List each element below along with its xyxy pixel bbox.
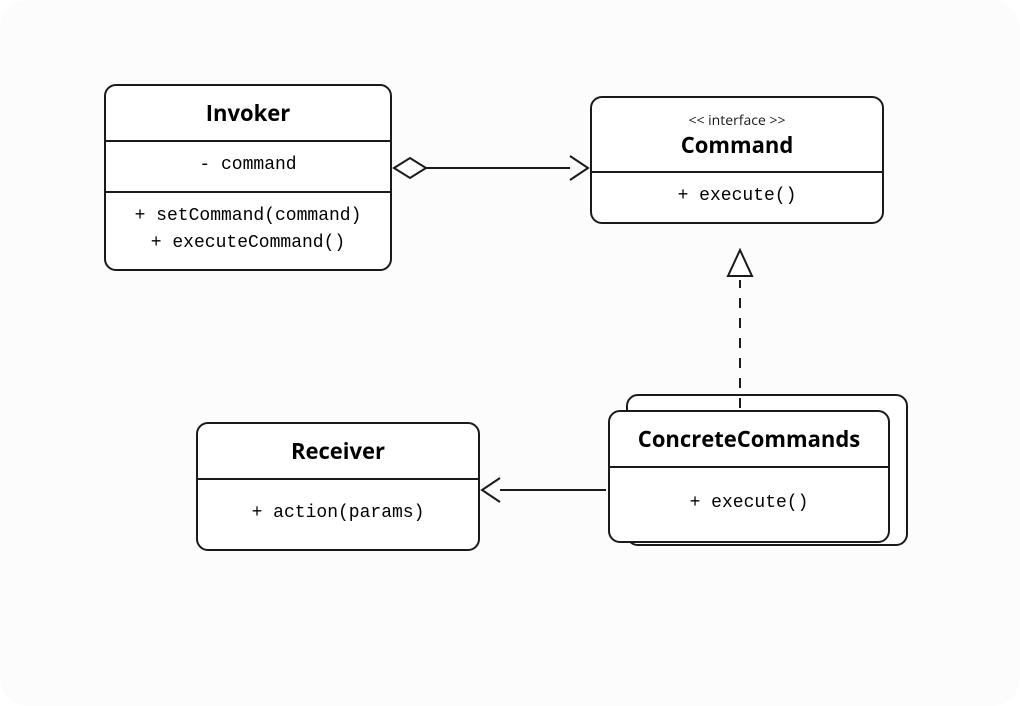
class-receiver-title: Receiver bbox=[291, 436, 385, 466]
class-receiver: Receiver + action(params) bbox=[196, 422, 480, 551]
invoker-op-executecommand: + executeCommand() bbox=[118, 230, 378, 257]
interface-command: << interface >> Command + execute() bbox=[590, 96, 884, 224]
receiver-op-action: + action(params) bbox=[210, 500, 466, 527]
edge-invoker-aggregates-command bbox=[394, 156, 588, 180]
interface-command-title: Command bbox=[681, 130, 794, 160]
class-invoker: Invoker - command + setCommand(command) … bbox=[104, 84, 392, 271]
invoker-op-setcommand: + setCommand(command) bbox=[118, 203, 378, 230]
class-invoker-title: Invoker bbox=[206, 98, 291, 128]
class-concretecommands: ConcreteCommands + execute() bbox=[608, 410, 890, 543]
edge-concretecommands-uses-receiver bbox=[482, 478, 606, 502]
uml-diagram-command-pattern: Invoker - command + setCommand(command) … bbox=[0, 0, 1020, 706]
command-stereotype: << interface >> bbox=[600, 112, 874, 130]
class-concretecommands-title: ConcreteCommands bbox=[638, 424, 860, 454]
invoker-field-command: - command bbox=[118, 152, 378, 179]
concretecommands-op-execute: + execute() bbox=[622, 490, 876, 517]
command-op-execute: + execute() bbox=[604, 183, 870, 210]
edge-concretecommands-realizes-command bbox=[728, 250, 752, 408]
